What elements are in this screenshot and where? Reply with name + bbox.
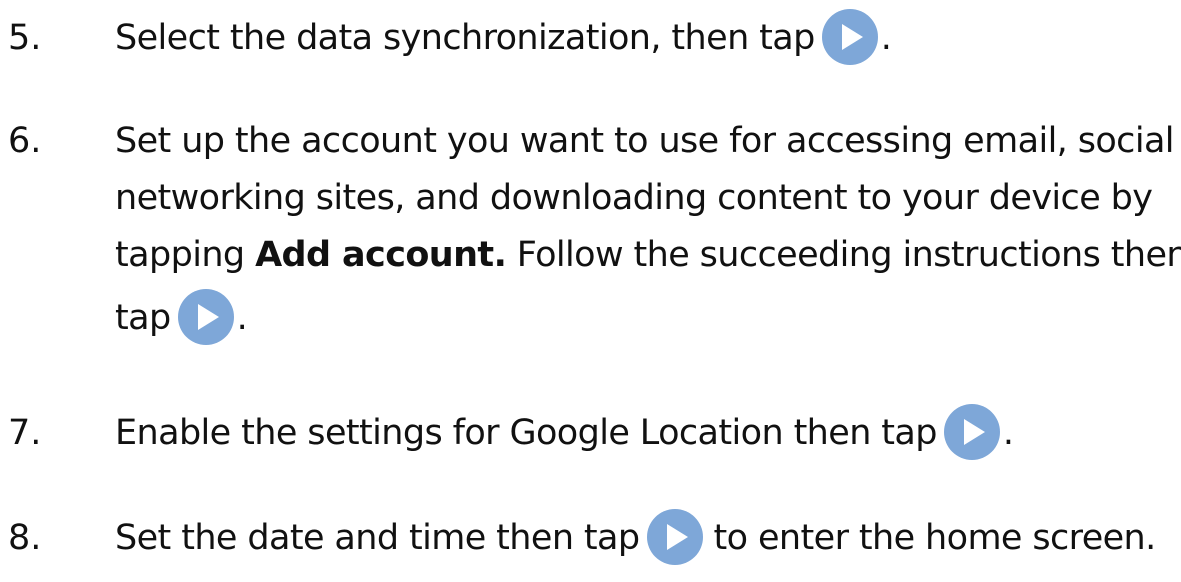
add-account-label: Add account.: [255, 235, 507, 275]
step-text-segment: .: [236, 298, 248, 338]
step-text: Set up the account you want to use for a…: [115, 113, 1181, 347]
step-text-segment: tapping: [115, 235, 245, 275]
step-line: Select the data synchronization, then ta…: [115, 8, 1175, 67]
next-arrow-icon: [943, 403, 1001, 461]
step-text: Set the date and time then tap to enter t…: [115, 508, 1175, 567]
step-text-segment: Set the date and time then tap: [115, 518, 640, 558]
step-text-segment: Follow the succeeding instructions then: [516, 235, 1181, 275]
step-number: 6.: [8, 121, 42, 161]
step-line: networking sites, and downloading conten…: [115, 178, 1153, 218]
step-text: Select the data synchronization, then ta…: [115, 8, 1175, 67]
step-text-segment: to enter the home screen.: [713, 518, 1157, 558]
step-number: 7.: [8, 413, 42, 453]
step-text-segment: .: [1002, 413, 1014, 453]
step-line: Set the date and time then tap to enter t…: [115, 508, 1175, 567]
step-text-segment: Select the data synchronization, then ta…: [115, 18, 815, 58]
step-text-segment: tap: [115, 298, 171, 338]
next-arrow-icon: [646, 508, 704, 566]
step-line: tap.: [115, 288, 1175, 347]
step-number: 5.: [8, 18, 42, 58]
step-text-segment: Enable the settings for Google Location …: [115, 413, 938, 453]
step-text-segment: .: [880, 18, 892, 58]
next-arrow-icon: [821, 8, 879, 66]
step-number: 8.: [8, 518, 42, 558]
step-line: tapping Add account. Follow the succeedi…: [115, 227, 1181, 284]
step-text: Enable the settings for Google Location …: [115, 403, 1175, 462]
step-line: Enable the settings for Google Location …: [115, 403, 1175, 462]
next-arrow-icon: [177, 288, 235, 346]
step-line: Set up the account you want to use for a…: [115, 121, 1175, 161]
